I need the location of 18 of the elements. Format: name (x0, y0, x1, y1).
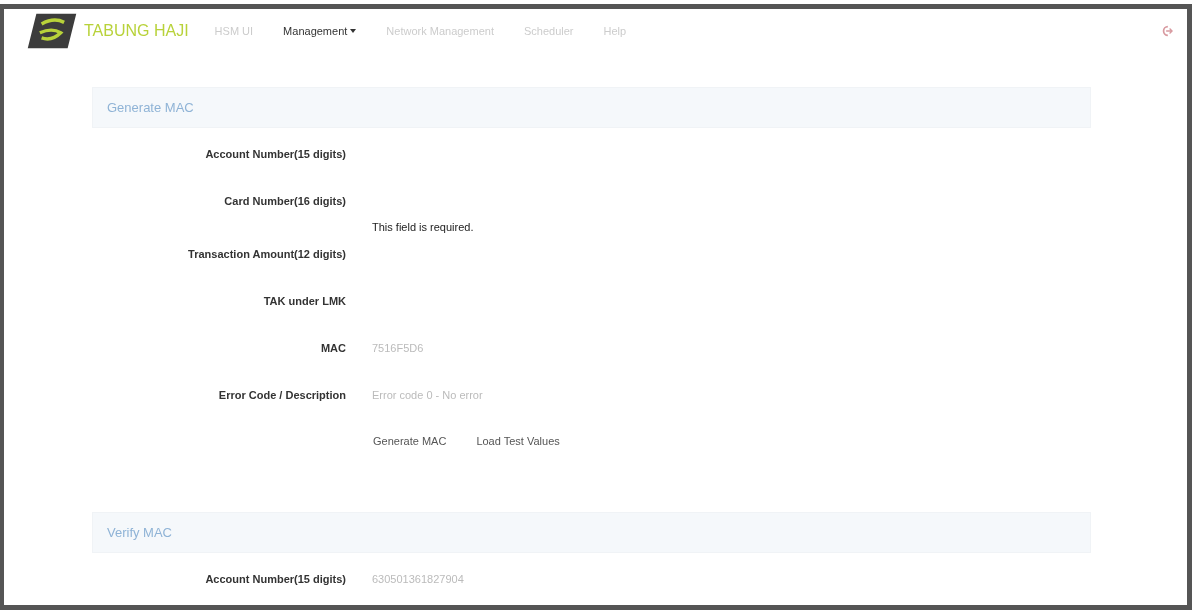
field-label: Account Number(15 digits) (204, 572, 346, 585)
error-message: This field is required. (372, 221, 475, 233)
field-value: Error code 0 - No error (372, 388, 483, 401)
brand-name[interactable]: TABUNG HAJI (84, 22, 189, 40)
caret-icon (350, 29, 357, 33)
field-label: Error Code / Description (217, 388, 346, 401)
field-label: Transaction Amount(12 digits) (187, 247, 346, 260)
panel-heading: Generate MAC (92, 87, 1091, 128)
field-label: TAK under LMK (262, 294, 346, 307)
logout-icon[interactable] (1161, 25, 1173, 37)
field-label: Account Number(15 digits) (204, 147, 346, 160)
field-value: 7516F5D6 (372, 341, 424, 354)
logo-icon (26, 11, 78, 51)
nav-link[interactable]: Management (283, 25, 357, 37)
field-label: MAC (319, 341, 346, 354)
field-label: Card Number(16 digits) (223, 194, 346, 207)
field-value: 630501361827904 (372, 572, 464, 585)
panel-heading: Verify MAC (92, 512, 1091, 553)
